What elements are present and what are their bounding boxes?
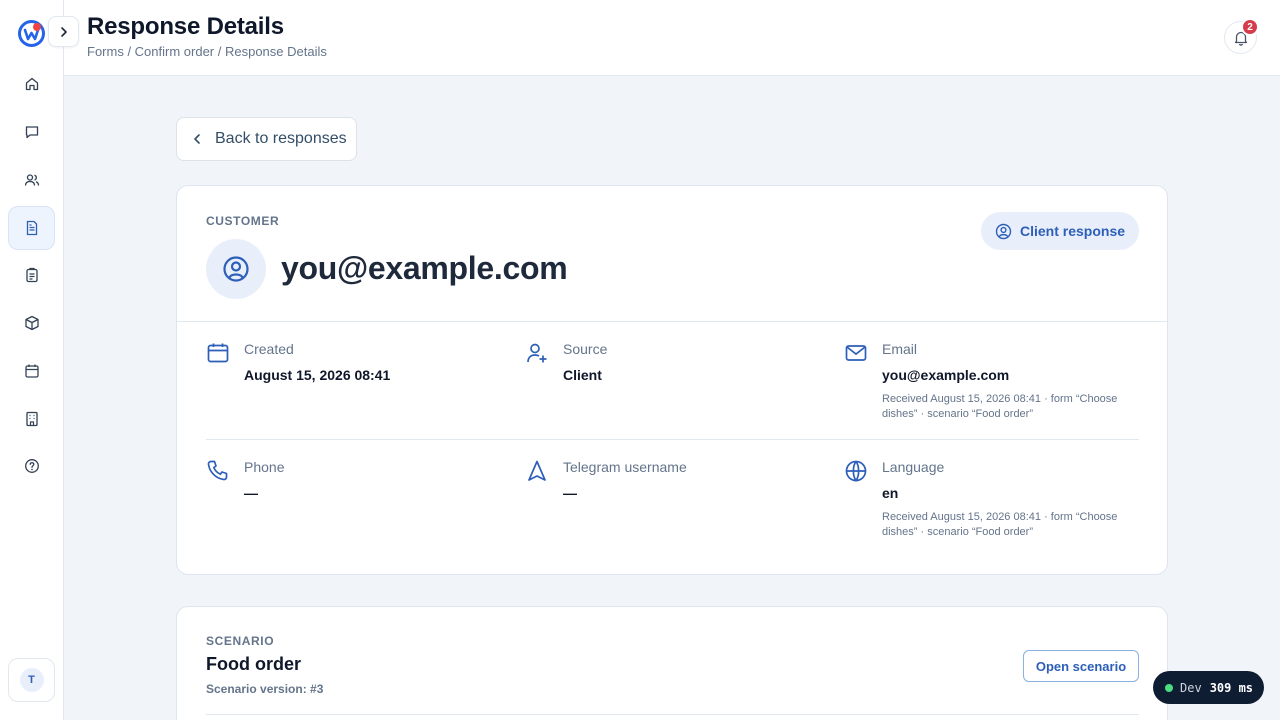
scenario-card: SCENARIO Food order Scenario version: #3… bbox=[176, 606, 1168, 720]
document-icon bbox=[26, 220, 37, 236]
phone-label: Phone bbox=[244, 459, 285, 475]
divider bbox=[206, 714, 1139, 715]
sidebar-item-help[interactable] bbox=[8, 444, 55, 488]
sidebar-item-chats[interactable] bbox=[8, 110, 55, 154]
customer-section-label: CUSTOMER bbox=[206, 214, 280, 228]
email-label: Email bbox=[882, 341, 918, 357]
sidebar: T bbox=[0, 0, 79, 720]
users-icon bbox=[24, 174, 39, 186]
user-plus-icon bbox=[527, 343, 547, 363]
language-value: en bbox=[882, 485, 899, 501]
open-scenario-button[interactable]: Open scenario bbox=[1023, 650, 1139, 682]
telegram-label: Telegram username bbox=[563, 459, 687, 475]
divider bbox=[177, 321, 1167, 322]
help-icon bbox=[24, 459, 39, 473]
breadcrumb: Forms / Confirm order / Response Details bbox=[87, 44, 327, 59]
customer-card: CUSTOMER you@example.com Client response… bbox=[176, 185, 1168, 575]
dev-label: Dev bbox=[1180, 680, 1202, 695]
building-icon bbox=[25, 411, 38, 427]
scenario-title: Food order bbox=[206, 654, 301, 674]
sidebar-item-products[interactable] bbox=[8, 301, 55, 345]
sidebar-item-calendar[interactable] bbox=[8, 349, 55, 393]
back-button-label: Back to responses bbox=[215, 130, 347, 147]
navigation-icon bbox=[528, 460, 546, 481]
user-circle-icon bbox=[223, 256, 249, 282]
sidebar-item-users[interactable] bbox=[8, 158, 55, 202]
box-icon bbox=[24, 315, 39, 331]
notification-count-badge: 2 bbox=[1241, 18, 1259, 36]
sidebar-item-tasks[interactable] bbox=[8, 253, 55, 297]
clipboard-icon bbox=[25, 267, 38, 283]
sidebar-expand-button[interactable] bbox=[48, 16, 79, 47]
created-label: Created bbox=[244, 341, 294, 357]
chevron-right-icon bbox=[60, 26, 67, 37]
phone-icon bbox=[207, 460, 228, 481]
sidebar-item-home[interactable] bbox=[8, 62, 55, 106]
chevron-left-icon bbox=[194, 134, 200, 144]
dev-timing-indicator[interactable]: Dev 309 ms bbox=[1153, 671, 1264, 704]
back-to-responses-button[interactable]: Back to responses bbox=[176, 117, 357, 161]
telegram-value: — bbox=[563, 485, 577, 501]
chat-icon bbox=[25, 126, 38, 139]
home-icon bbox=[25, 77, 38, 91]
sidebar-item-forms[interactable] bbox=[8, 206, 55, 250]
calendar-icon bbox=[207, 343, 229, 363]
page-header: Response Details Forms / Confirm order /… bbox=[64, 0, 1280, 76]
calendar-icon bbox=[24, 364, 39, 378]
source-value: Client bbox=[563, 367, 602, 383]
scenario-section-label: SCENARIO bbox=[206, 634, 275, 648]
status-dot-icon bbox=[1165, 683, 1173, 692]
email-received-note: Received August 15, 2026 08:41 · form “C… bbox=[882, 393, 1118, 420]
mail-icon bbox=[845, 345, 867, 361]
source-label: Source bbox=[563, 341, 608, 357]
customer-avatar bbox=[206, 239, 266, 299]
customer-email-heading: you@example.com bbox=[281, 250, 568, 286]
created-value: August 15, 2026 08:41 bbox=[244, 367, 391, 383]
divider bbox=[206, 439, 1139, 440]
client-response-label: Client response bbox=[1019, 223, 1126, 239]
app-logo-icon[interactable] bbox=[18, 20, 45, 47]
client-response-badge: Client response bbox=[981, 212, 1139, 250]
phone-value: — bbox=[244, 485, 258, 501]
sidebar-item-organization[interactable] bbox=[8, 397, 55, 441]
user-avatar-button[interactable]: T bbox=[8, 658, 55, 702]
dev-timing-value: 309 ms bbox=[1209, 680, 1254, 695]
language-label: Language bbox=[882, 459, 945, 475]
avatar: T bbox=[19, 668, 44, 692]
page-title: Response Details bbox=[87, 13, 284, 40]
scenario-version: Scenario version: #3 bbox=[206, 682, 324, 696]
language-received-note: Received August 15, 2026 08:41 · form “C… bbox=[882, 511, 1118, 538]
globe-icon bbox=[845, 460, 867, 482]
email-value: you@example.com bbox=[882, 367, 1010, 383]
user-circle-icon bbox=[995, 223, 1012, 239]
